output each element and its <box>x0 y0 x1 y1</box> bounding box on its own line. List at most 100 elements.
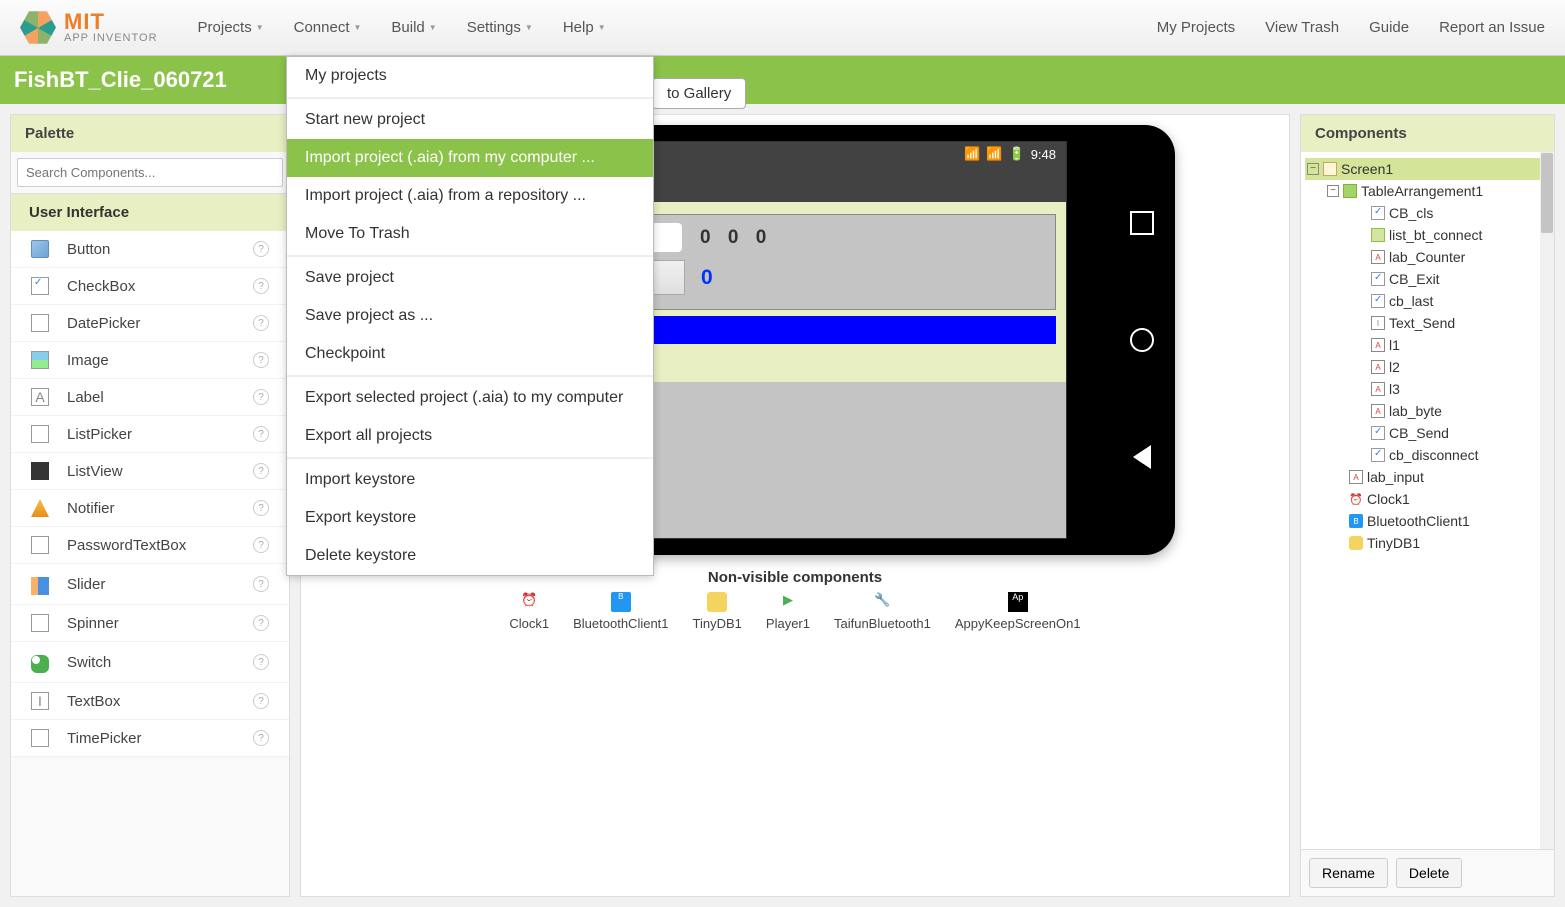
collapse-icon[interactable]: − <box>1307 163 1319 175</box>
palette-item-spinner[interactable]: Spinner? <box>11 605 289 642</box>
delete-button[interactable]: Delete <box>1396 858 1462 888</box>
tree-node-cb-send[interactable]: CB_Send <box>1305 422 1550 444</box>
tree-node-clock1[interactable]: ⏰Clock1 <box>1305 488 1550 510</box>
palette-item-slider[interactable]: Slider? <box>11 564 289 605</box>
tree-node-screen1[interactable]: −Screen1 <box>1305 158 1550 180</box>
nav-settings[interactable]: Settings▼ <box>467 19 533 36</box>
tree-node-list-bt[interactable]: list_bt_connect <box>1305 224 1550 246</box>
tree-node-cb-disconnect[interactable]: cb_disconnect <box>1305 444 1550 466</box>
tree-node-cb-cls[interactable]: CB_cls <box>1305 202 1550 224</box>
logo-text-sub: APP INVENTOR <box>64 33 158 44</box>
help-icon[interactable]: ? <box>253 352 269 368</box>
nav-connect[interactable]: Connect▼ <box>294 19 362 36</box>
publish-gallery-button[interactable]: to Gallery <box>652 78 746 109</box>
projects-dropdown-menu: My projects Start new project Import pro… <box>286 56 654 576</box>
palette-item-listview[interactable]: ListView? <box>11 453 289 490</box>
chevron-down-icon: ▼ <box>354 23 362 32</box>
back-icon[interactable] <box>1133 445 1151 469</box>
timepicker-icon <box>31 729 49 747</box>
menu-move-trash[interactable]: Move To Trash <box>287 215 653 253</box>
nv-clock[interactable]: ⏰Clock1 <box>509 592 549 631</box>
tree-node-lab-counter[interactable]: Alab_Counter <box>1305 246 1550 268</box>
help-icon[interactable]: ? <box>253 576 269 592</box>
scrollbar[interactable] <box>1540 152 1554 849</box>
tree-node-lab-byte[interactable]: Alab_byte <box>1305 400 1550 422</box>
phone-time: 9:48 <box>1031 147 1056 162</box>
tree-node-l3[interactable]: Al3 <box>1305 378 1550 400</box>
button-icon <box>31 240 49 258</box>
help-icon[interactable]: ? <box>253 241 269 257</box>
nav-my-projects[interactable]: My Projects <box>1157 19 1235 36</box>
notifier-icon <box>31 499 49 517</box>
tree-node-lab-input[interactable]: Alab_input <box>1305 466 1550 488</box>
help-icon[interactable]: ? <box>253 537 269 553</box>
menu-import-keystore[interactable]: Import keystore <box>287 461 653 499</box>
tree-node-bluetooth1[interactable]: BBluetoothClient1 <box>1305 510 1550 532</box>
menu-delete-keystore[interactable]: Delete keystore <box>287 537 653 575</box>
menu-import-repo[interactable]: Import project (.aia) from a repository … <box>287 177 653 215</box>
palette-item-listpicker[interactable]: ListPicker? <box>11 416 289 453</box>
menu-save-project[interactable]: Save project <box>287 259 653 297</box>
palette-item-textbox[interactable]: ITextBox? <box>11 683 289 720</box>
help-icon[interactable]: ? <box>253 500 269 516</box>
palette-item-checkbox[interactable]: CheckBox? <box>11 268 289 305</box>
nav-build[interactable]: Build▼ <box>391 19 436 36</box>
palette-item-label[interactable]: ALabel? <box>11 379 289 416</box>
menu-save-as[interactable]: Save project as ... <box>287 297 653 335</box>
palette-item-password[interactable]: PasswordTextBox? <box>11 527 289 564</box>
nv-taifun[interactable]: 🔧TaifunBluetooth1 <box>834 592 931 631</box>
nav-guide[interactable]: Guide <box>1369 19 1409 36</box>
menu-checkpoint[interactable]: Checkpoint <box>287 335 653 373</box>
collapse-icon[interactable]: − <box>1327 185 1339 197</box>
help-icon[interactable]: ? <box>253 278 269 294</box>
palette-item-switch[interactable]: Switch? <box>11 642 289 683</box>
tree-node-cb-exit[interactable]: CB_Exit <box>1305 268 1550 290</box>
help-icon[interactable]: ? <box>253 730 269 746</box>
tree-node-l1[interactable]: Al1 <box>1305 334 1550 356</box>
nav-projects[interactable]: Projects▼ <box>198 19 264 36</box>
menu-import-computer[interactable]: Import project (.aia) from my computer .… <box>287 139 653 177</box>
menu-export-all[interactable]: Export all projects <box>287 417 653 455</box>
nv-tinydb[interactable]: TinyDB1 <box>693 592 742 631</box>
menu-my-projects[interactable]: My projects <box>287 57 653 95</box>
menu-start-new[interactable]: Start new project <box>287 101 653 139</box>
help-icon[interactable]: ? <box>253 389 269 405</box>
help-icon[interactable]: ? <box>253 463 269 479</box>
menu-export-selected[interactable]: Export selected project (.aia) to my com… <box>287 379 653 417</box>
nv-appy[interactable]: ApAppyKeepScreenOn1 <box>955 592 1081 631</box>
nav-report-issue[interactable]: Report an Issue <box>1439 19 1545 36</box>
tree-node-tinydb1[interactable]: TinyDB1 <box>1305 532 1550 554</box>
help-icon[interactable]: ? <box>253 615 269 631</box>
nav-help[interactable]: Help▼ <box>563 19 606 36</box>
palette-item-datepicker[interactable]: DatePicker? <box>11 305 289 342</box>
tree-node-l2[interactable]: Al2 <box>1305 356 1550 378</box>
switch-icon <box>31 655 49 673</box>
checkbox-icon <box>1371 294 1385 308</box>
palette-item-image[interactable]: Image? <box>11 342 289 379</box>
help-icon[interactable]: ? <box>253 654 269 670</box>
palette-item-timepicker[interactable]: TimePicker? <box>11 720 289 757</box>
tree-node-tablearrangement[interactable]: −TableArrangement1 <box>1305 180 1550 202</box>
help-icon[interactable]: ? <box>253 693 269 709</box>
tree-node-cb-last[interactable]: cb_last <box>1305 290 1550 312</box>
menu-separator <box>287 375 653 377</box>
palette-item-button[interactable]: Button? <box>11 231 289 268</box>
components-tree: −Screen1 −TableArrangement1 CB_cls list_… <box>1301 152 1554 849</box>
scrollbar-thumb[interactable] <box>1541 153 1553 233</box>
help-icon[interactable]: ? <box>253 426 269 442</box>
search-components-input[interactable] <box>17 158 283 187</box>
menu-export-keystore[interactable]: Export keystore <box>287 499 653 537</box>
help-icon[interactable]: ? <box>253 315 269 331</box>
logo[interactable]: MIT APP INVENTOR <box>20 10 158 46</box>
nv-bluetooth[interactable]: BBluetoothClient1 <box>573 592 668 631</box>
palette-category-user-interface[interactable]: User Interface <box>11 193 289 231</box>
palette-item-notifier[interactable]: Notifier? <box>11 490 289 527</box>
rename-button[interactable]: Rename <box>1309 858 1388 888</box>
listview-icon <box>31 462 49 480</box>
nv-player[interactable]: ▶Player1 <box>766 592 810 631</box>
home-icon[interactable] <box>1130 328 1154 352</box>
tree-node-text-send[interactable]: IText_Send <box>1305 312 1550 334</box>
nav-view-trash[interactable]: View Trash <box>1265 19 1339 36</box>
recent-apps-icon[interactable] <box>1130 211 1154 235</box>
database-icon <box>707 592 727 612</box>
